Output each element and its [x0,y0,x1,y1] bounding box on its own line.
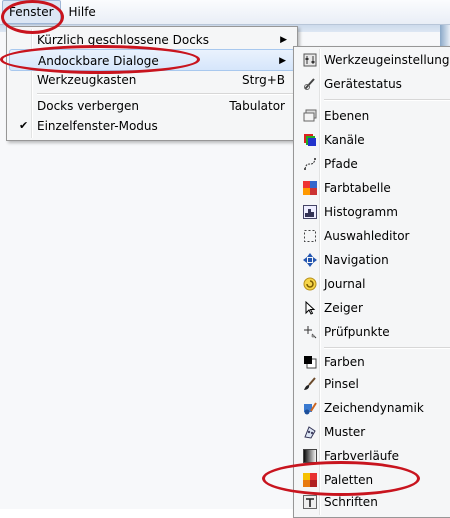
menu-item-layers[interactable]: Ebenen [296,105,450,127]
paint-dynamics-icon [302,400,318,416]
colors-icon [302,354,318,370]
menu-item-pointer[interactable]: Zeiger [296,297,450,319]
menu-item-patterns[interactable]: Muster [296,421,450,443]
menu-fenster[interactable]: Fenster [2,0,61,24]
checkmark-icon: ✔ [19,119,29,132]
menu-item-toolbox[interactable]: Werkzeugkasten Strg+B [9,69,295,91]
menu-item-label: Farben [324,355,365,369]
menu-item-sample-points[interactable]: Prüfpunkte [296,321,450,343]
menu-item-paths[interactable]: Pfade [296,153,450,175]
menu-separator [324,347,450,349]
menu-fenster-label: Fenster [9,5,54,19]
menu-item-shortcut: Strg+B [242,73,285,87]
menu-item-device-status[interactable]: Gerätestatus [296,73,450,95]
menu-item-label: Pinsel [324,377,359,391]
menu-item-palettes[interactable]: Paletten [296,469,450,491]
menu-item-hide-docks[interactable]: Docks verbergen Tabulator [9,95,295,117]
menu-item-label: Zeiger [324,301,363,315]
selection-editor-icon [302,228,318,244]
menu-item-label: Einzelfenster-Modus [37,119,158,133]
brushes-icon [302,376,318,392]
menu-item-paint-dynamics[interactable]: Zeichendynamik [296,397,450,419]
tool-options-icon [302,52,318,68]
menu-item-shortcut: Tabulator [229,99,285,113]
layers-icon [302,108,318,124]
menu-item-undo-history[interactable]: Journal [296,273,450,295]
menu-item-label: Farbtabelle [324,181,391,195]
gradients-icon [302,448,318,464]
menu-item-channels[interactable]: Kanäle [296,129,450,151]
menu-item-navigation[interactable]: Navigation [296,249,450,271]
menu-hilfe[interactable]: Hilfe [63,1,102,23]
menu-item-label: Auswahleditor [324,229,410,243]
menu-bar: Fenster Hilfe [0,0,450,25]
menu-item-selection-editor[interactable]: Auswahleditor [296,225,450,247]
menu-item-brushes[interactable]: Pinsel [296,373,450,395]
fonts-icon [302,494,318,510]
menu-item-recently-closed-docks[interactable]: Kürzlich geschlossene Docks ▶ [9,29,295,51]
channels-icon [302,132,318,148]
menu-item-label: Muster [324,425,366,439]
menu-item-label: Kürzlich geschlossene Docks [37,33,209,47]
menu-item-label: Werkzeugkasten [37,73,137,87]
menu-item-label: Docks verbergen [37,99,139,113]
menu-item-label: Pfade [324,157,358,171]
menu-item-single-window-mode[interactable]: ✔ Einzelfenster-Modus [9,115,295,137]
menu-item-label: Ebenen [324,109,370,123]
submenu-arrow-icon: ▶ [280,35,287,45]
menu-item-gradients[interactable]: Farbverläufe [296,445,450,467]
navigation-icon [302,252,318,268]
menu-item-label: Farbverläufe [324,449,400,463]
menu-item-label: Gerätestatus [324,77,402,91]
menu-item-colormap[interactable]: Farbtabelle [296,177,450,199]
patterns-icon [302,424,318,440]
sample-points-icon [302,324,318,340]
menu-item-label: Prüfpunkte [324,325,390,339]
menu-item-label: Kanäle [324,133,365,147]
device-status-icon [302,76,318,92]
menu-item-label: Schriften [324,495,378,509]
menu-separator [324,99,450,101]
colormap-icon [302,180,318,196]
dockable-dialogs-submenu: Werkzeugeinstellungen Gerätestatus Ebene… [293,46,450,518]
menu-item-label: Zeichendynamik [324,401,424,415]
menu-item-histogram[interactable]: Histogramm [296,201,450,223]
histogram-icon [302,204,318,220]
paths-icon [302,156,318,172]
menu-item-fonts[interactable]: Schriften [296,491,450,513]
fenster-menu: Kürzlich geschlossene Docks ▶ Andockbare… [6,26,298,141]
pointer-icon [302,300,318,316]
menu-hilfe-label: Hilfe [68,5,96,19]
palettes-icon [302,472,318,488]
menu-item-label: Werkzeugeinstellungen [324,53,450,67]
menu-item-tool-options[interactable]: Werkzeugeinstellungen [296,49,450,71]
menu-item-dockable-dialogs[interactable]: Andockbare Dialoge ▶ [9,49,295,71]
menu-item-label: Navigation [324,253,389,267]
undo-history-icon [302,276,318,292]
menu-item-colors[interactable]: Farben [296,351,450,373]
menu-item-label: Journal [324,277,366,291]
menu-item-label: Histogramm [324,205,398,219]
menu-item-label: Paletten [324,473,374,487]
